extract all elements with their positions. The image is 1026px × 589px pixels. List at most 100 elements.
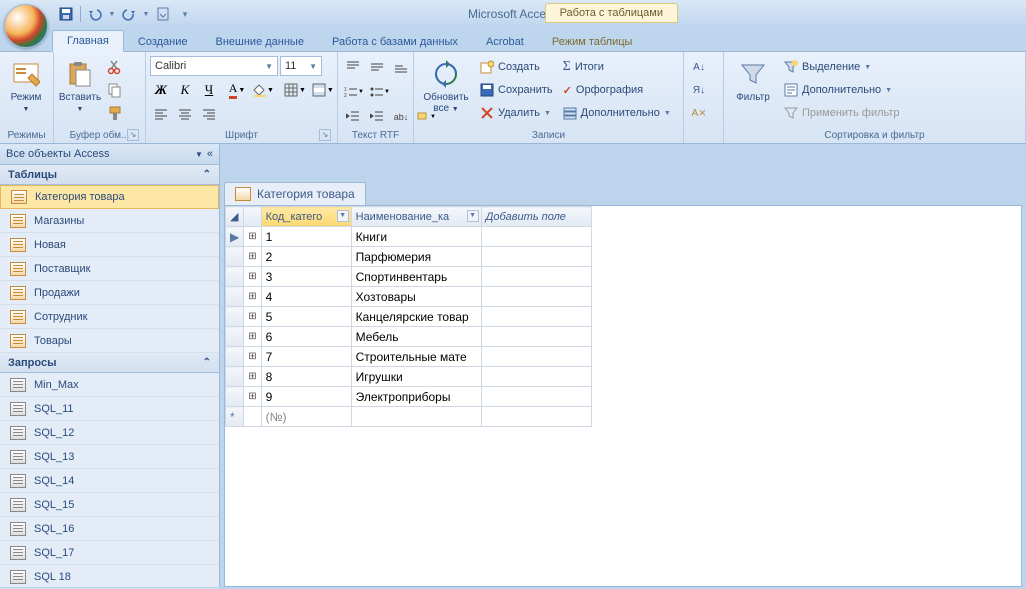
nav-item[interactable]: Поставщик — [0, 257, 219, 281]
tab-acrobat[interactable]: Acrobat — [472, 32, 538, 52]
cell-name[interactable]: Игрушки — [351, 367, 481, 387]
font-name-combo[interactable]: Calibri▼ — [150, 56, 278, 76]
cell-name[interactable]: Электроприборы — [351, 387, 481, 407]
tab-datasheet[interactable]: Режим таблицы — [538, 32, 647, 52]
tab-create[interactable]: Создание — [124, 32, 202, 52]
font-launcher-icon[interactable]: ↘ — [319, 129, 331, 141]
cell-empty[interactable] — [481, 247, 591, 267]
expand-button[interactable]: ⊞ — [244, 287, 261, 307]
toggle-filter-button[interactable]: Применить фильтр — [780, 102, 904, 124]
copy-icon[interactable] — [104, 79, 126, 101]
row-selector[interactable]: ▶ — [226, 227, 244, 247]
expand-button[interactable]: ⊞ — [244, 307, 261, 327]
nav-section-header[interactable]: Запросы⌃ — [0, 353, 219, 373]
alt-row-color-button[interactable]: ▼ — [310, 79, 336, 101]
new-row[interactable]: * (№) — [226, 407, 592, 427]
qat-more-icon[interactable]: ▾ — [175, 4, 195, 24]
cell-id[interactable]: 4 — [261, 287, 351, 307]
align-center-icon[interactable] — [174, 104, 196, 126]
cell-empty[interactable] — [481, 347, 591, 367]
align-middle-icon[interactable] — [366, 56, 388, 78]
expand-button[interactable]: ⊞ — [244, 387, 261, 407]
row-selector[interactable] — [226, 367, 244, 387]
format-painter-icon[interactable] — [104, 102, 126, 124]
expand-button[interactable]: ⊞ — [244, 247, 261, 267]
sort-asc-icon[interactable]: А↓ — [688, 56, 710, 78]
expand-button[interactable]: ⊞ — [244, 267, 261, 287]
numbering-icon[interactable]: 12▼ — [342, 81, 366, 103]
nav-item[interactable]: SQL_17 — [0, 541, 219, 565]
new-row-selector[interactable]: * — [226, 407, 244, 427]
cell-empty[interactable] — [481, 367, 591, 387]
office-button[interactable] — [4, 4, 48, 48]
cell-name[interactable]: Мебель — [351, 327, 481, 347]
clipboard-launcher-icon[interactable]: ↘ — [127, 129, 139, 141]
row-selector[interactable] — [226, 387, 244, 407]
nav-section-header[interactable]: Таблицы⌃ — [0, 165, 219, 185]
clear-sort-icon[interactable]: А⨯ — [688, 102, 710, 124]
nav-item[interactable]: SQL_12 — [0, 421, 219, 445]
tab-external-data[interactable]: Внешние данные — [202, 32, 318, 52]
table-row[interactable]: ▶ ⊞ 1 Книги — [226, 227, 592, 247]
cut-icon[interactable] — [104, 56, 126, 78]
expand-button[interactable]: ⊞ — [244, 347, 261, 367]
cell-id[interactable]: 7 — [261, 347, 351, 367]
expand-button[interactable]: ⊞ — [244, 227, 261, 247]
cell-empty[interactable] — [481, 387, 591, 407]
cell-id[interactable]: 2 — [261, 247, 351, 267]
nav-item[interactable]: Товары — [0, 329, 219, 353]
align-top-icon[interactable] — [342, 56, 364, 78]
more-records-button[interactable]: Дополнительно▼ — [559, 102, 675, 124]
cell-id[interactable]: 6 — [261, 327, 351, 347]
cell-id[interactable]: 8 — [261, 367, 351, 387]
underline-button[interactable]: Ч — [198, 79, 220, 101]
cell-id[interactable]: 9 — [261, 387, 351, 407]
nav-dropdown-icon[interactable]: ▼ — [195, 150, 203, 159]
row-selector[interactable] — [226, 267, 244, 287]
nav-item[interactable]: Новая — [0, 233, 219, 257]
cell-empty[interactable] — [481, 227, 591, 247]
datasheet[interactable]: ◢ Код_катего▼ Наименование_ка▼ Добавить … — [224, 205, 1022, 587]
cell-id[interactable]: 5 — [261, 307, 351, 327]
spelling-button[interactable]: ✓Орфография — [559, 79, 675, 101]
table-row[interactable]: ⊞ 8 Игрушки — [226, 367, 592, 387]
align-right-icon[interactable] — [198, 104, 220, 126]
column-dropdown-icon[interactable]: ▼ — [467, 210, 479, 222]
totals-button[interactable]: ΣИтоги — [559, 56, 675, 78]
undo-dropdown-icon[interactable]: ▼ — [107, 4, 117, 24]
redo-icon[interactable] — [119, 4, 139, 24]
cell-name[interactable]: Строительные мате — [351, 347, 481, 367]
save-icon[interactable] — [56, 4, 76, 24]
view-button[interactable]: Режим▼ — [4, 54, 48, 119]
undo-icon[interactable] — [85, 4, 105, 24]
table-row[interactable]: ⊞ 2 Парфюмерия — [226, 247, 592, 267]
tab-database-tools[interactable]: Работа с базами данных — [318, 32, 472, 52]
row-selector[interactable] — [226, 327, 244, 347]
new-record-button[interactable]: Создать — [476, 56, 557, 78]
advanced-filter-button[interactable]: Дополнительно▼ — [780, 79, 904, 101]
bold-button[interactable]: Ж — [150, 79, 172, 101]
table-row[interactable]: ⊞ 3 Спортинвентарь — [226, 267, 592, 287]
nav-item[interactable]: SQL_15 — [0, 493, 219, 517]
align-left-icon[interactable] — [150, 104, 172, 126]
refresh-all-button[interactable]: Обновить все ▼ — [418, 54, 474, 119]
column-header-name[interactable]: Наименование_ка▼ — [351, 207, 481, 227]
table-row[interactable]: ⊞ 4 Хозтовары — [226, 287, 592, 307]
qat-customize-icon[interactable] — [153, 4, 173, 24]
cell-empty[interactable] — [481, 287, 591, 307]
nav-item[interactable]: Продажи — [0, 281, 219, 305]
redo-dropdown-icon[interactable]: ▼ — [141, 4, 151, 24]
text-direction-icon[interactable]: ab↓ — [390, 106, 412, 128]
cell-id[interactable]: 3 — [261, 267, 351, 287]
nav-item[interactable]: SQL_11 — [0, 397, 219, 421]
select-all-corner[interactable]: ◢ — [226, 207, 244, 227]
cell-empty[interactable] — [481, 307, 591, 327]
decrease-indent-icon[interactable] — [342, 106, 364, 128]
column-dropdown-icon[interactable]: ▼ — [337, 210, 349, 222]
sort-desc-icon[interactable]: Я↓ — [688, 79, 710, 101]
cell-empty[interactable] — [481, 267, 591, 287]
nav-item[interactable]: SQL_14 — [0, 469, 219, 493]
new-id-placeholder[interactable]: (№) — [261, 407, 351, 427]
row-selector[interactable] — [226, 307, 244, 327]
nav-item[interactable]: Магазины — [0, 209, 219, 233]
